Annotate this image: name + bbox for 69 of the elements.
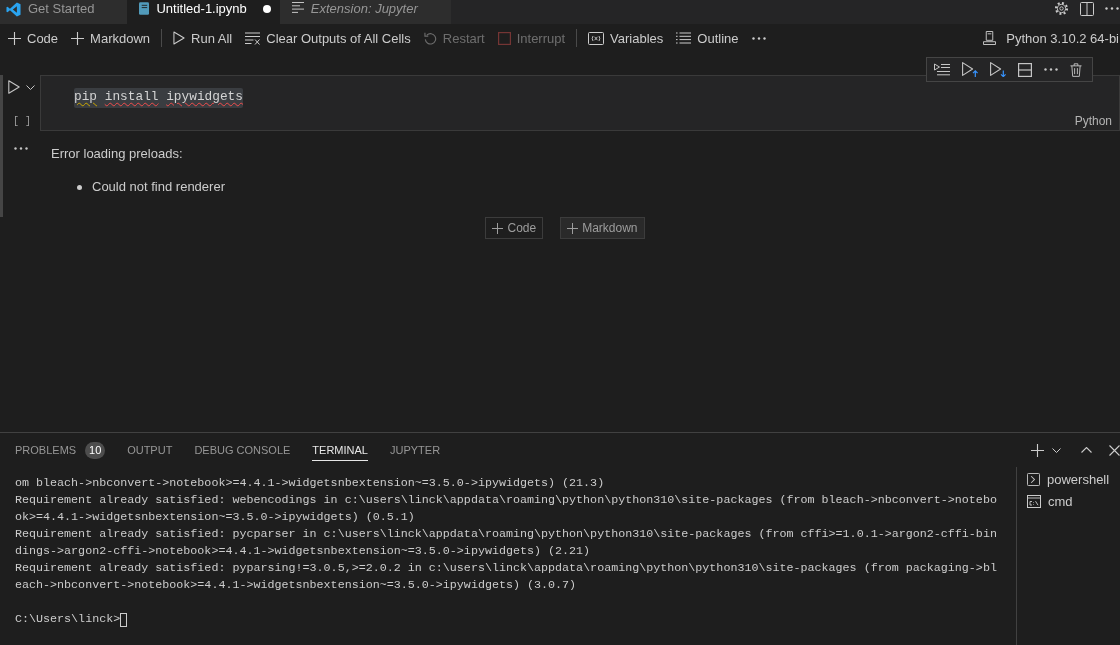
terminal-line: ok>=4.4.1->widgetsnbextension~=3.5.0->ipywidgets) (0.5.1) (15, 509, 416, 526)
run-by-line-icon[interactable] (934, 63, 950, 76)
notebook-icon (139, 2, 150, 15)
terminal-line: each->nbconvert->notebook>=4.4.1->widgetsnbextension~=3.5.0->ipywidgets) (3.0.7) (15, 577, 578, 594)
count-badge: 10 (85, 441, 106, 459)
computer-icon (983, 31, 997, 45)
play-icon (173, 31, 186, 45)
plus-icon (8, 31, 21, 45)
run-above-icon[interactable] (962, 62, 978, 77)
execution-count: [ ] (12, 115, 31, 129)
panel-tab[interactable]: JUPYTER (389, 439, 441, 461)
output-more-icon[interactable] (14, 147, 28, 150)
editor-tab[interactable]: Get Started (0, 0, 128, 24)
clear-lines-icon (245, 31, 261, 45)
cursor-icon (120, 612, 128, 627)
add-cell-button[interactable]: Markdown (66, 27, 156, 49)
app-logo-icon (6, 2, 21, 17)
plus-icon (492, 222, 504, 234)
kernel-picker-button[interactable]: Python 3.10.2 64-bi (978, 27, 1120, 49)
restart-icon (423, 31, 437, 45)
settings-icon[interactable] (1054, 1, 1069, 16)
plus-icon (567, 222, 579, 234)
split-cell-icon[interactable] (1018, 62, 1032, 77)
run-icon[interactable] (8, 80, 20, 94)
terminal-line: Requirement already satisfied: pycparser in c:\users\linck\appdata\roaming\python\python310\site-packages (from cffi>=1.0.1->argon2-cffi-bin (15, 526, 998, 543)
variables-icon (588, 31, 605, 45)
more-icon[interactable] (1105, 7, 1119, 10)
chevron-down-icon[interactable] (1052, 447, 1061, 453)
chevron-down-icon[interactable] (26, 84, 35, 90)
terminal-list-item[interactable]: cmd (1017, 490, 1120, 512)
panel-tab[interactable]: TERMINAL (312, 439, 368, 461)
terminal-line: om bleach->nbconvert->notebook>=4.4.1->widgetsnbextension~=3.5.0->ipywidgets) (21.3) (15, 475, 606, 492)
document-lines-icon (291, 2, 304, 13)
split-editor-icon[interactable] (1080, 1, 1094, 16)
stop-square-icon (497, 31, 511, 45)
new-terminal-icon[interactable] (1031, 443, 1044, 457)
terminal-prompt: C:\Users\linck> (15, 611, 121, 628)
panel-tab[interactable]: PROBLEMS 10 (15, 439, 106, 461)
add-cell-button[interactable]: Code (3, 27, 64, 49)
run-all-button[interactable]: Run All (168, 27, 238, 49)
add-cell-button[interactable]: Markdown (560, 217, 645, 239)
panel-tab[interactable]: OUTPUT (127, 439, 173, 461)
chevron-up-icon[interactable] (1081, 447, 1092, 453)
delete-icon[interactable] (1070, 62, 1082, 77)
modified-dot-icon[interactable] (262, 4, 271, 13)
bullet-icon (77, 184, 82, 190)
variables-button[interactable]: Variables (583, 27, 669, 49)
editor-tab[interactable]: Extension: Jupyter (279, 0, 451, 24)
add-cell-button[interactable]: Code (485, 217, 544, 239)
list-icon (676, 32, 692, 44)
editor-tab[interactable]: Untitled-1.ipynb (127, 0, 280, 24)
clear-outputs-button[interactable]: Clear Outputs of All Cells (240, 27, 416, 49)
terminal-list-item[interactable]: powershell (1017, 468, 1120, 490)
terminal-line: Requirement already satisfied: pyparsing!=3.0.5,>=2.0.2 in c:\users\linck\appdata\roaming\python\python310\site-packages (from packaging->bl (15, 560, 998, 577)
panel-tab[interactable]: DEBUG CONSOLE (194, 439, 291, 461)
output-error-title: Error loading preloads: (51, 145, 184, 163)
command-window-icon (1027, 494, 1041, 508)
plus-icon (71, 31, 85, 45)
run-below-icon[interactable] (990, 62, 1006, 77)
terminal-prompt-icon (1027, 472, 1040, 486)
more-icon (751, 36, 766, 40)
cell-language-label[interactable]: Python (1070, 113, 1119, 130)
code-cell[interactable]: pip install ipywidgets Python (40, 75, 1120, 131)
output-error-item: Could not find renderer (92, 178, 225, 196)
close-icon[interactable] (1109, 444, 1120, 456)
more-icon[interactable] (1044, 68, 1058, 71)
outline-button[interactable]: Outline (671, 27, 744, 49)
terminal-line: Requirement already satisfied: webencodings in c:\users\linck\appdata\roaming\python\python310\site-packages (from bleach->nbconvert->notebo (15, 492, 998, 509)
terminal-line: dings->argon2-cffi->notebook>=4.4.1->widgetsnbextension~=3.5.0->ipywidgets) (2.21) (15, 543, 592, 560)
